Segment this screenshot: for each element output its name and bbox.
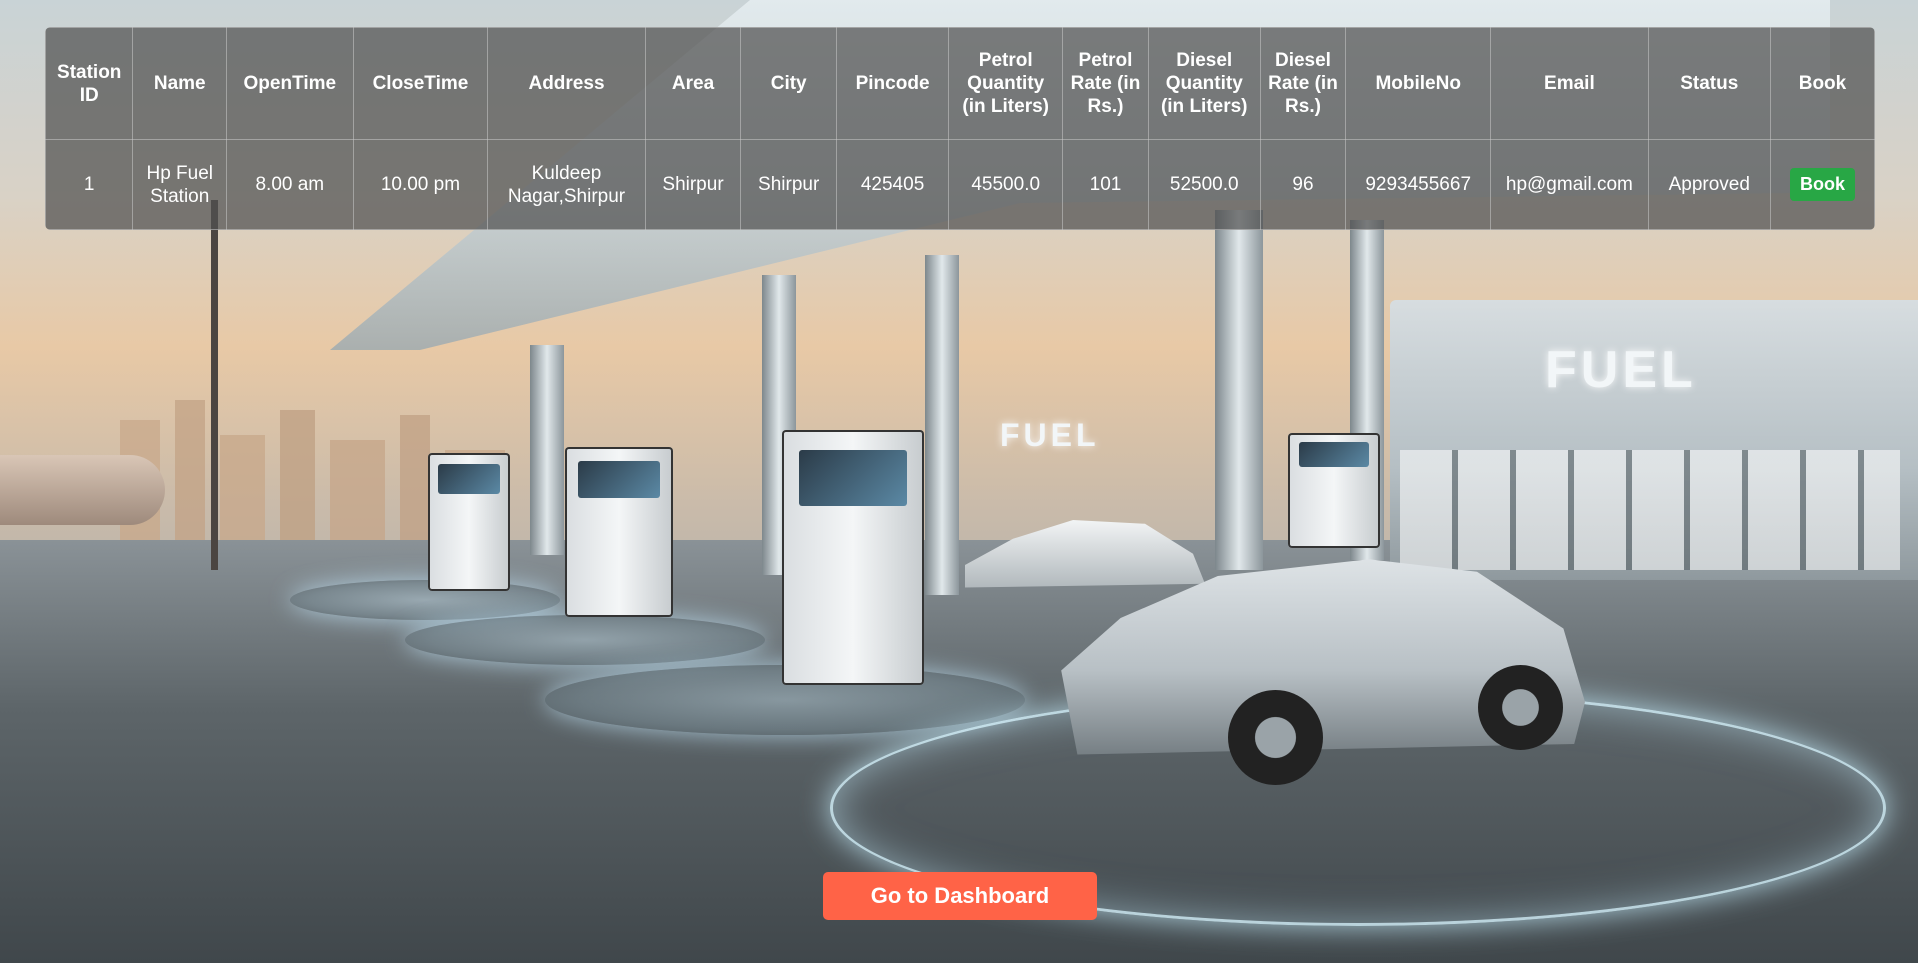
cell-name: Hp Fuel Station — [132, 139, 228, 230]
cell-close-time: 10.00 pm — [352, 139, 489, 230]
go-to-dashboard-button[interactable]: Go to Dashboard — [823, 872, 1097, 920]
header-station-id: Station ID — [45, 27, 134, 140]
cell-open-time: 8.00 am — [226, 139, 354, 230]
header-address: Address — [487, 27, 646, 140]
cell-email: hp@gmail.com — [1490, 139, 1649, 230]
cell-diesel-rate: 96 — [1259, 139, 1347, 230]
cell-city: Shirpur — [740, 139, 837, 230]
book-button[interactable]: Book — [1789, 168, 1855, 201]
cell-petrol-quantity: 45500.0 — [948, 139, 1064, 230]
stations-table: Station ID Name OpenTime CloseTime Addre… — [45, 27, 1875, 230]
header-petrol-quantity: Petrol Quantity (in Liters) — [948, 27, 1064, 140]
header-petrol-rate: Petrol Rate (in Rs.) — [1062, 27, 1149, 140]
header-diesel-quantity: Diesel Quantity (in Liters) — [1147, 27, 1261, 140]
cell-status: Approved — [1647, 139, 1771, 230]
background-fuel-sign: FUEL — [1545, 341, 1697, 399]
background-pillar — [1215, 210, 1263, 570]
header-mobile-no: MobileNo — [1345, 27, 1492, 140]
header-name: Name — [132, 27, 228, 140]
header-close-time: CloseTime — [352, 27, 489, 140]
table-row: 1 Hp Fuel Station 8.00 am 10.00 pm Kulde… — [45, 139, 1875, 230]
background-utility-pole — [211, 200, 218, 570]
background-building-windows — [1400, 450, 1900, 570]
background-fuel-sign: FUEL — [1000, 417, 1100, 453]
header-city: City — [740, 27, 837, 140]
header-email: Email — [1490, 27, 1649, 140]
background-pump-pad — [290, 580, 560, 620]
background-pillar — [925, 255, 959, 595]
cell-area: Shirpur — [644, 139, 742, 230]
cell-petrol-rate: 101 — [1062, 139, 1149, 230]
cell-address: Kuldeep Nagar,Shirpur — [487, 139, 646, 230]
background-fuel-tanker — [0, 455, 165, 525]
cell-mobile-no: 9293455667 — [1345, 139, 1492, 230]
cell-book: Book — [1769, 139, 1875, 230]
header-diesel-rate: Diesel Rate (in Rs.) — [1259, 27, 1347, 140]
background-fuel-pump — [1288, 433, 1380, 548]
background-car-wheel — [1228, 690, 1323, 785]
background-pillar — [530, 345, 564, 555]
background-pump-pad — [405, 615, 765, 665]
background-car-wheel — [1478, 665, 1563, 750]
header-status: Status — [1647, 27, 1771, 140]
cell-diesel-quantity: 52500.0 — [1147, 139, 1261, 230]
table-header-row: Station ID Name OpenTime CloseTime Addre… — [45, 27, 1875, 140]
header-area: Area — [644, 27, 742, 140]
background-fuel-pump — [782, 430, 924, 685]
header-book: Book — [1769, 27, 1875, 140]
cell-pincode: 425405 — [835, 139, 950, 230]
background-fuel-pump — [428, 453, 510, 591]
header-open-time: OpenTime — [226, 27, 354, 140]
stations-table-container: Station ID Name OpenTime CloseTime Addre… — [45, 27, 1875, 230]
header-pincode: Pincode — [835, 27, 950, 140]
background-fuel-pump — [565, 447, 673, 617]
cell-station-id: 1 — [45, 139, 134, 230]
